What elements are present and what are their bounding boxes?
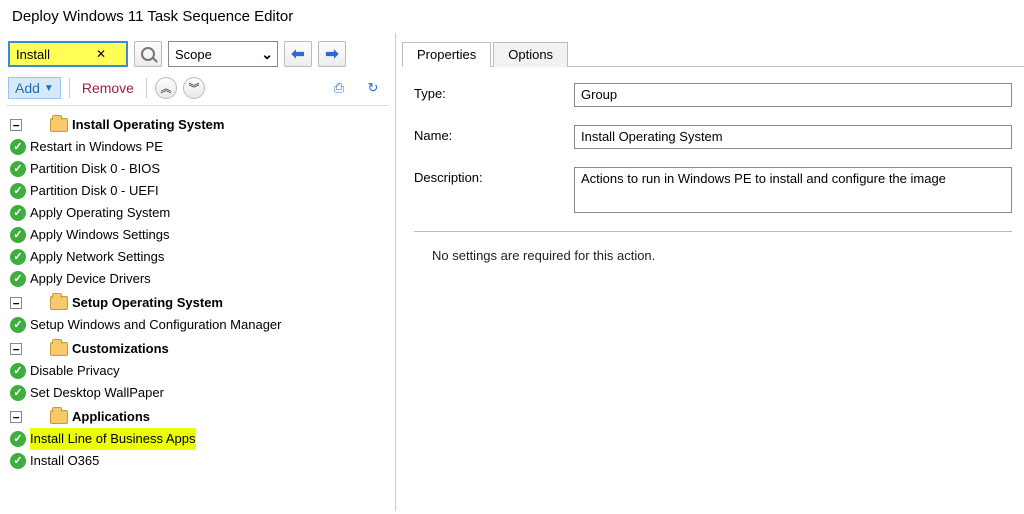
check-icon: ✓ <box>10 385 26 401</box>
folder-icon <box>50 342 68 356</box>
search-toolbar: ✕ Scope ⌄ ⬅ ➡ <box>6 37 389 71</box>
tree-group-label: Customizations <box>72 338 169 360</box>
properties-panel: Type: Group Name: Install Operating Syst… <box>396 67 1024 275</box>
tree-item[interactable]: ✓Install Line of Business Apps <box>10 428 385 450</box>
description-label: Description: <box>414 167 574 185</box>
tree-item-label: Apply Windows Settings <box>30 224 169 246</box>
scope-dropdown[interactable]: Scope ⌄ <box>168 41 278 67</box>
tree-item[interactable]: ✓Restart in Windows PE <box>10 136 385 158</box>
folder-icon <box>50 410 68 424</box>
tree-item-label: Apply Network Settings <box>30 246 164 268</box>
add-button[interactable]: Add ▼ <box>8 77 61 99</box>
properties-divider <box>414 231 1012 232</box>
tree-item[interactable]: ✓Apply Network Settings <box>10 246 385 268</box>
check-icon: ✓ <box>10 317 26 333</box>
tree-group-label: Install Operating System <box>72 114 224 136</box>
tree-item[interactable]: ✓Partition Disk 0 - UEFI <box>10 180 385 202</box>
tabs: Properties Options <box>402 41 1024 67</box>
tree-group-label: Applications <box>72 406 150 428</box>
chevron-down-icon: ︾ <box>188 80 199 96</box>
tree-item[interactable]: ✓Disable Privacy <box>10 360 385 382</box>
type-field[interactable]: Group <box>574 83 1012 107</box>
toolbar-action-2[interactable]: ↻ <box>359 75 387 101</box>
search-button[interactable] <box>134 41 162 67</box>
scope-label: Scope <box>175 47 212 62</box>
expander-icon[interactable]: − <box>10 297 22 309</box>
tree-item-label: Set Desktop WallPaper <box>30 382 164 404</box>
arrow-left-icon: ⬅ <box>291 44 304 64</box>
search-box[interactable]: ✕ <box>8 41 128 67</box>
tree-item-label: Partition Disk 0 - UEFI <box>30 180 159 202</box>
tree-item-label: Partition Disk 0 - BIOS <box>30 158 160 180</box>
toolbar-divider <box>69 78 70 98</box>
check-icon: ✓ <box>10 431 26 447</box>
tree-item-label: Install Line of Business Apps <box>30 428 196 450</box>
check-icon: ✓ <box>10 161 26 177</box>
add-label: Add <box>15 80 40 96</box>
remove-button[interactable]: Remove <box>78 78 138 98</box>
expander-icon[interactable]: − <box>10 411 22 423</box>
nav-next-button[interactable]: ➡ <box>318 41 346 67</box>
tree-group[interactable]: − Applications <box>10 406 385 428</box>
move-up-button[interactable]: ︽ <box>155 77 177 99</box>
magnifier-icon <box>141 47 155 61</box>
search-input[interactable] <box>14 46 94 63</box>
move-down-button[interactable]: ︾ <box>183 77 205 99</box>
tree-item-label: Install O365 <box>30 450 99 472</box>
task-sequence-tree: −Install Operating System✓Restart in Win… <box>6 106 389 482</box>
tree-item-label: Apply Device Drivers <box>30 268 151 290</box>
folder-icon <box>50 118 68 132</box>
no-settings-text: No settings are required for this action… <box>414 248 1012 263</box>
tree-item-label: Setup Windows and Configuration Manager <box>30 314 281 336</box>
check-icon: ✓ <box>10 139 26 155</box>
dropdown-icon: ▼ <box>44 83 54 94</box>
check-icon: ✓ <box>10 453 26 469</box>
tab-properties[interactable]: Properties <box>402 42 491 67</box>
tree-item[interactable]: ✓Apply Device Drivers <box>10 268 385 290</box>
tree-item-label: Apply Operating System <box>30 202 170 224</box>
nav-prev-button[interactable]: ⬅ <box>284 41 312 67</box>
tree-group[interactable]: − Install Operating System <box>10 114 385 136</box>
left-pane: ✕ Scope ⌄ ⬅ ➡ Add ▼ Remove <box>0 33 396 511</box>
type-label: Type: <box>414 83 574 101</box>
tree-item-label: Restart in Windows PE <box>30 136 163 158</box>
toolbar-divider <box>146 78 147 98</box>
tree-item[interactable]: ✓Apply Operating System <box>10 202 385 224</box>
chevron-down-icon: ⌄ <box>261 46 273 63</box>
tree-group[interactable]: − Customizations <box>10 338 385 360</box>
chevron-up-icon: ︽ <box>160 80 171 96</box>
right-pane: Properties Options Type: Group Name: Ins… <box>396 33 1024 511</box>
name-label: Name: <box>414 125 574 143</box>
tree-item[interactable]: ✓Setup Windows and Configuration Manager <box>10 314 385 336</box>
check-icon: ✓ <box>10 271 26 287</box>
arrow-right-icon: ➡ <box>325 44 338 64</box>
check-icon: ✓ <box>10 205 26 221</box>
toolbar-action-1[interactable]: ⎙ <box>325 75 353 101</box>
tree-item[interactable]: ✓Partition Disk 0 - BIOS <box>10 158 385 180</box>
window-title: Deploy Windows 11 Task Sequence Editor <box>0 0 1024 33</box>
tree-group[interactable]: − Setup Operating System <box>10 292 385 314</box>
edit-toolbar: Add ▼ Remove ︽ ︾ ⎙ ↻ <box>6 71 389 106</box>
name-field[interactable]: Install Operating System <box>574 125 1012 149</box>
tree-item[interactable]: ✓Install O365 <box>10 450 385 472</box>
description-field[interactable]: Actions to run in Windows PE to install … <box>574 167 1012 213</box>
folder-icon <box>50 296 68 310</box>
tree-item[interactable]: ✓Set Desktop WallPaper <box>10 382 385 404</box>
clear-search-icon[interactable]: ✕ <box>94 47 108 61</box>
check-icon: ✓ <box>10 249 26 265</box>
tree-item[interactable]: ✓Apply Windows Settings <box>10 224 385 246</box>
tree-group-label: Setup Operating System <box>72 292 223 314</box>
tab-options[interactable]: Options <box>493 42 568 67</box>
check-icon: ✓ <box>10 363 26 379</box>
expander-icon[interactable]: − <box>10 343 22 355</box>
tree-item-label: Disable Privacy <box>30 360 120 382</box>
check-icon: ✓ <box>10 183 26 199</box>
check-icon: ✓ <box>10 227 26 243</box>
expander-icon[interactable]: − <box>10 119 22 131</box>
